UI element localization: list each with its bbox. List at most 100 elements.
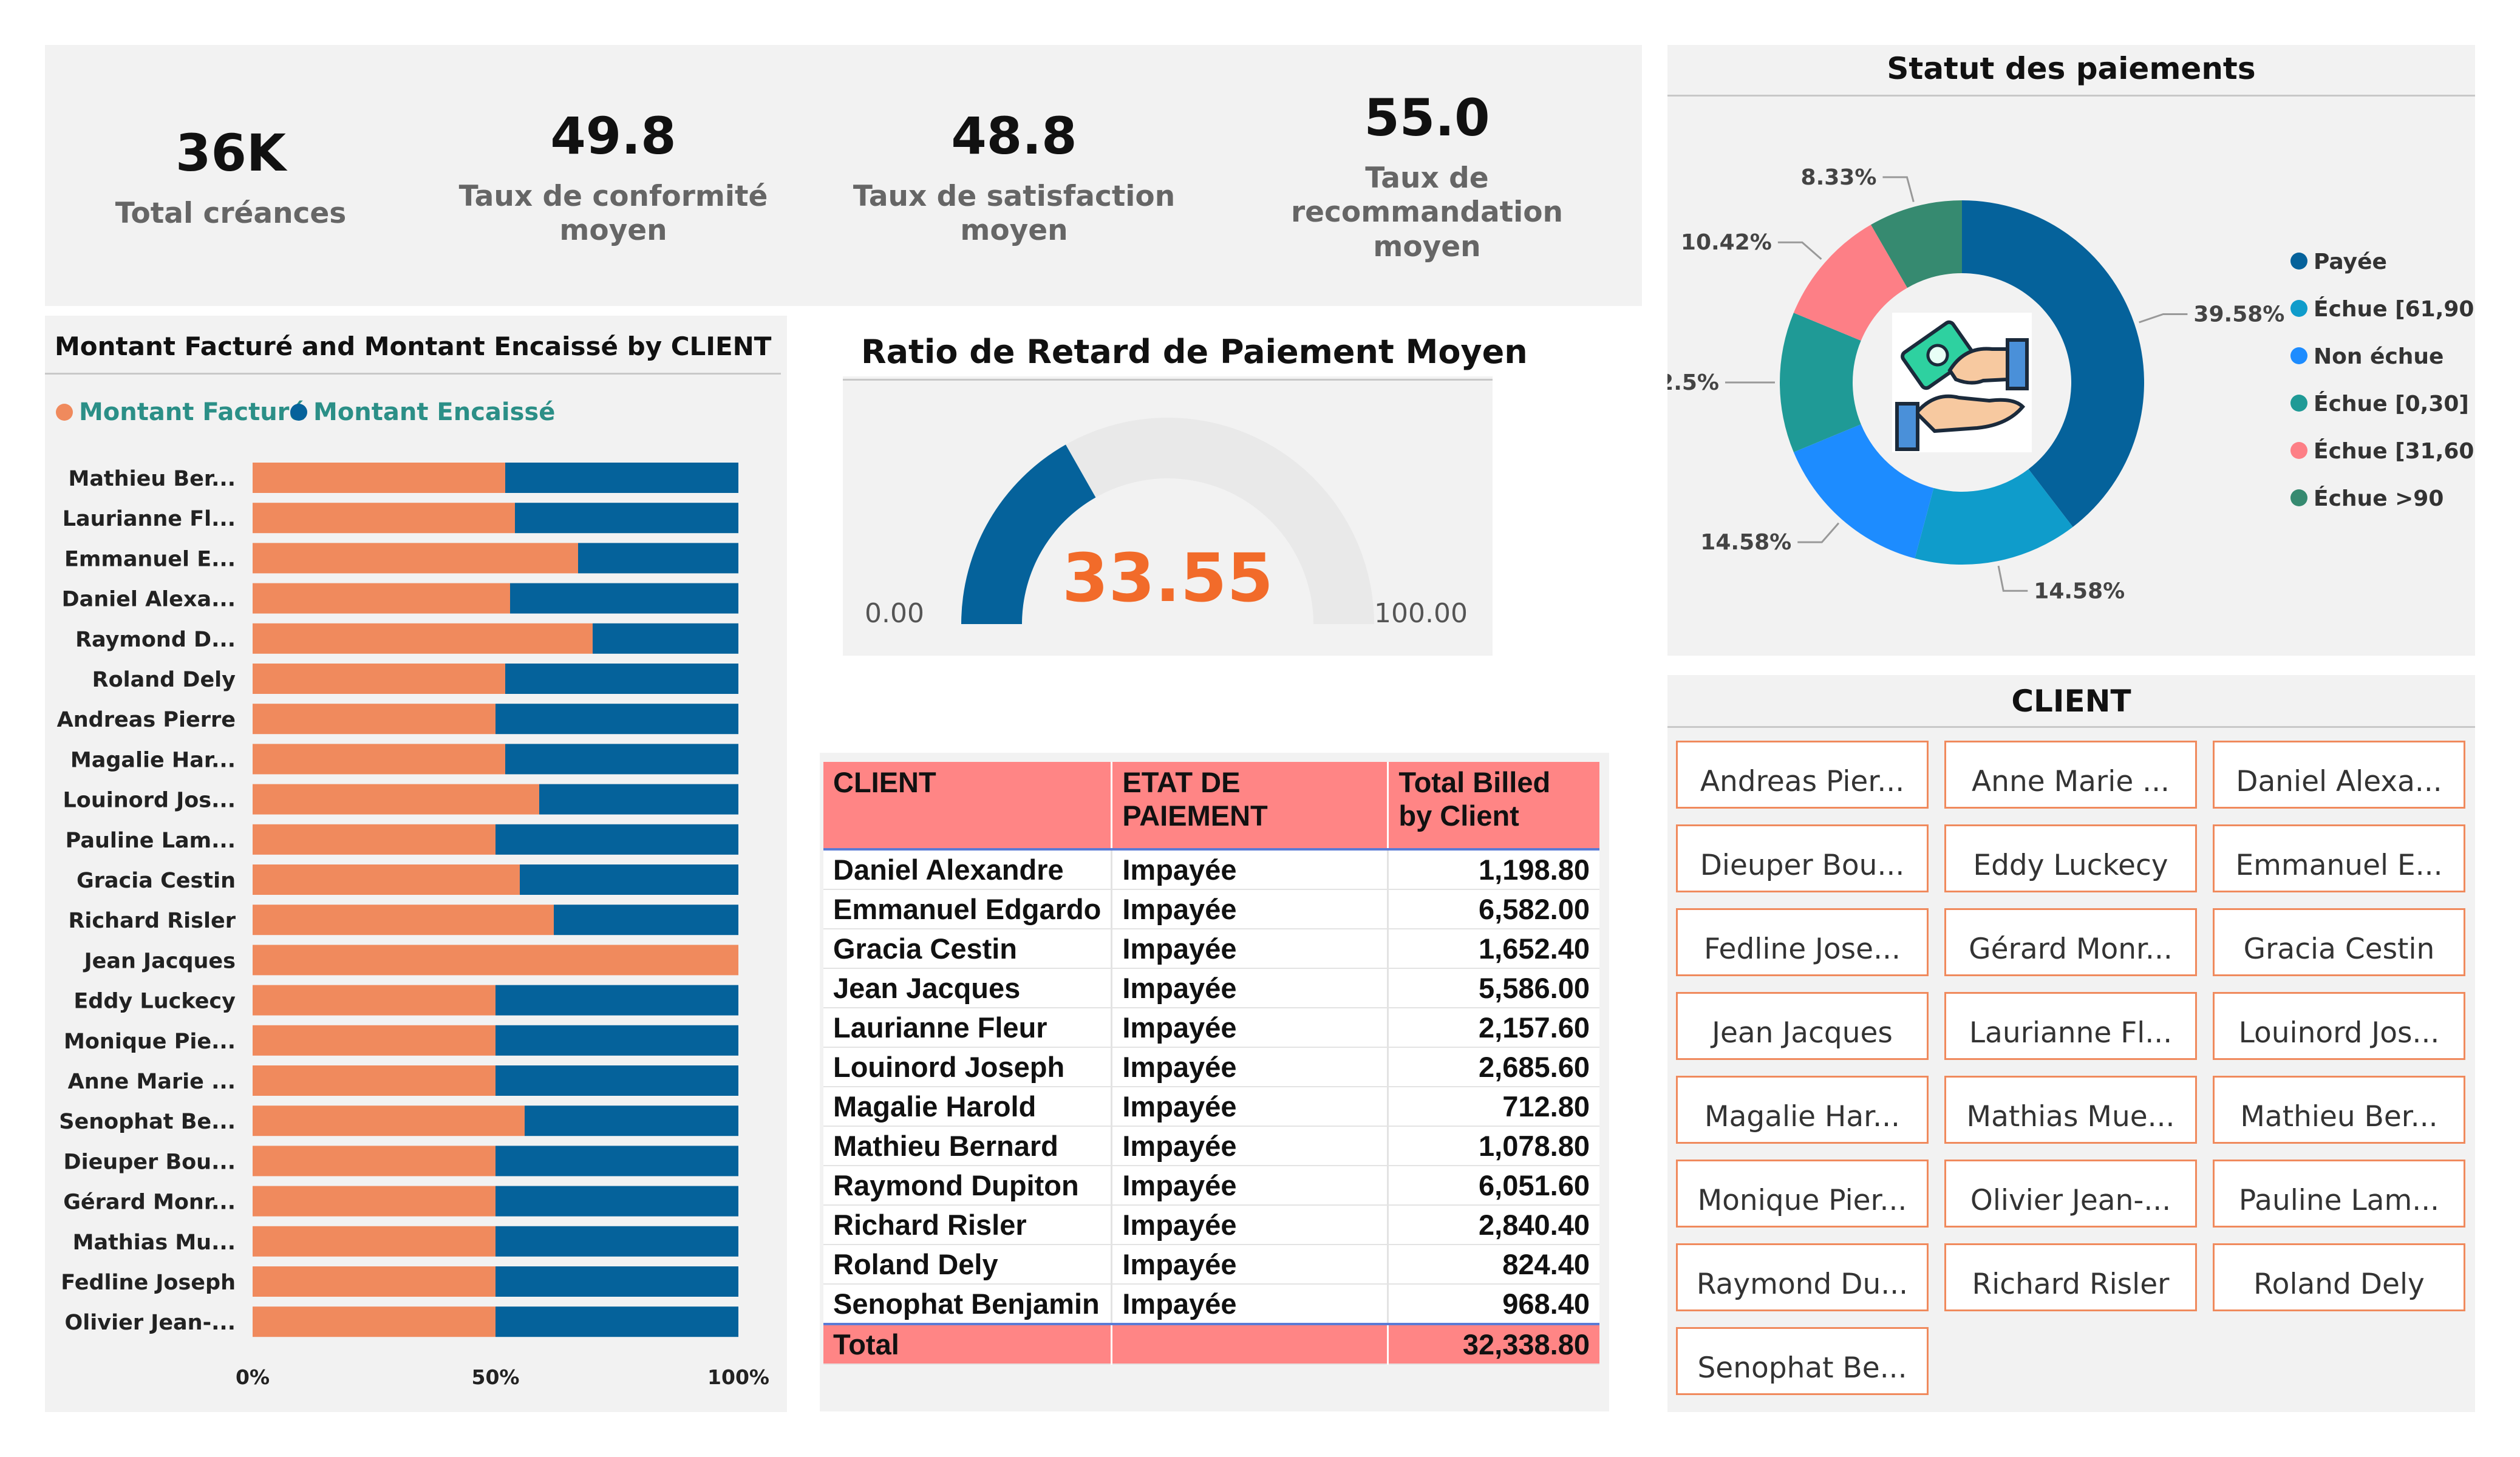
slicer-item[interactable]: Senophat Be... (1676, 1327, 1929, 1395)
bar-segment-facture[interactable] (253, 744, 505, 775)
slicer-item[interactable]: Anne Marie ... (1944, 741, 2197, 809)
bar-segment-encaisse[interactable] (505, 664, 738, 694)
legend-swatch (290, 404, 307, 421)
bar-segment-encaisse[interactable] (520, 864, 738, 895)
bar-segment-facture[interactable] (253, 1266, 495, 1297)
slicer-item[interactable]: Pauline Lam... (2213, 1160, 2465, 1228)
bar-segment-facture[interactable] (253, 704, 495, 735)
stacked-bar-chart: Mathieu Ber... Laurianne Fl... Emmanuel E.… (57, 463, 769, 1389)
bar-segment-encaisse[interactable] (593, 623, 738, 654)
bar-legend-encaisse[interactable]: Montant Encaissé (290, 398, 555, 426)
table-row[interactable]: Mathieu Bernard Impayée 1,078.80 (823, 1126, 1599, 1166)
bar-category-label: Louinord Jos... (63, 789, 236, 813)
cell-etat: Impayée (1111, 1205, 1389, 1245)
bar-segment-encaisse[interactable] (554, 905, 738, 936)
bar-segment-encaisse[interactable] (495, 1306, 738, 1337)
table-row[interactable]: Gracia Cestin Impayée 1,652.40 (823, 929, 1599, 969)
bar-segment-facture[interactable] (253, 543, 578, 574)
slicer-item[interactable]: Gérard Monr... (1944, 908, 2197, 976)
slicer-item[interactable]: Andreas Pier... (1676, 741, 1929, 809)
slicer-item[interactable]: Mathias Mue... (1944, 1076, 2197, 1144)
slicer-item[interactable]: Louinord Jos... (2213, 992, 2465, 1060)
table-row[interactable]: Louinord Joseph Impayée 2,685.60 (823, 1047, 1599, 1087)
legend-label[interactable]: Payée (2314, 250, 2387, 274)
bar-segment-facture[interactable] (253, 664, 505, 694)
slicer-item[interactable]: Jean Jacques (1676, 992, 1929, 1060)
bar-segment-facture[interactable] (253, 985, 495, 1016)
slicer-item[interactable]: Richard Risler (1944, 1243, 2197, 1311)
bar-segment-facture[interactable] (253, 905, 554, 936)
slicer-item[interactable]: Olivier Jean-... (1944, 1160, 2197, 1228)
kpi-value: 36K (175, 123, 286, 183)
bar-segment-encaisse[interactable] (505, 744, 738, 775)
bar-category-label: Emmanuel E... (64, 547, 236, 571)
bar-legend-facture[interactable]: Montant Facturé (56, 398, 306, 426)
slicer-item[interactable]: Magalie Har... (1676, 1076, 1929, 1144)
bar-segment-encaisse[interactable] (495, 1025, 738, 1056)
legend-label[interactable]: Échue [0,30] (2314, 391, 2469, 416)
bar-segment-facture[interactable] (253, 1226, 495, 1257)
col-header-etat[interactable]: ETAT DE PAIEMENT (1111, 762, 1389, 851)
bar-segment-facture[interactable] (253, 623, 593, 654)
bar-segment-facture[interactable] (253, 864, 520, 895)
slicer-item[interactable]: Daniel Alexa... (2213, 741, 2465, 809)
table-row[interactable]: Senophat Benjamin Impayée 968.40 (823, 1284, 1599, 1325)
cell-client: Richard Risler (823, 1205, 1113, 1245)
table-row[interactable]: Roland Dely Impayée 824.40 (823, 1245, 1599, 1285)
bar-segment-encaisse[interactable] (495, 1186, 738, 1217)
bar-segment-encaisse[interactable] (495, 1065, 738, 1096)
table-row[interactable]: Raymond Dupiton Impayée 6,051.60 (823, 1166, 1599, 1206)
legend-swatch (2290, 347, 2307, 364)
bar-segment-encaisse[interactable] (505, 463, 738, 493)
bar-segment-encaisse[interactable] (578, 543, 738, 574)
slicer-item[interactable]: Laurianne Fl... (1944, 992, 2197, 1060)
bar-segment-encaisse[interactable] (495, 704, 738, 735)
bar-segment-facture[interactable] (253, 1186, 495, 1217)
legend-label[interactable]: Échue >90 (2314, 486, 2443, 511)
col-header-total[interactable]: Total Billed by Client (1388, 762, 1599, 851)
legend-label[interactable]: Non échue (2314, 344, 2443, 369)
bar-segment-encaisse[interactable] (495, 1146, 738, 1177)
cell-etat: Impayée (1111, 849, 1389, 890)
legend-label[interactable]: Échue [61,90] (2314, 296, 2475, 322)
bar-segment-facture[interactable] (253, 503, 515, 534)
bar-segment-encaisse[interactable] (495, 1266, 738, 1297)
table-row[interactable]: Daniel Alexandre Impayée 1,198.80 (823, 849, 1599, 890)
bar-segment-encaisse[interactable] (515, 503, 738, 534)
bar-segment-facture[interactable] (253, 1105, 525, 1136)
cell-etat: Impayée (1111, 1284, 1389, 1325)
slicer-item[interactable]: Eddy Luckecy (1944, 824, 2197, 892)
slicer-item[interactable]: Fedline Jose... (1676, 908, 1929, 976)
slicer-item[interactable]: Roland Dely (2213, 1243, 2465, 1311)
bar-segment-facture[interactable] (253, 1306, 495, 1337)
bar-segment-facture[interactable] (253, 784, 539, 815)
bar-segment-facture[interactable] (253, 1146, 495, 1177)
bar-segment-encaisse[interactable] (539, 784, 738, 815)
table-row[interactable]: Emmanuel Edgardo Impayée 6,582.00 (823, 889, 1599, 929)
bar-segment-encaisse[interactable] (495, 1226, 738, 1257)
bar-segment-facture[interactable] (253, 463, 505, 493)
col-header-client[interactable]: CLIENT (823, 762, 1113, 851)
bar-segment-encaisse[interactable] (495, 985, 738, 1016)
table-row[interactable]: Laurianne Fleur Impayée 2,157.60 (823, 1008, 1599, 1048)
slicer-item[interactable]: Monique Pier... (1676, 1160, 1929, 1228)
table-row[interactable]: Magalie Harold Impayée 712.80 (823, 1087, 1599, 1127)
table-row[interactable]: Richard Risler Impayée 2,840.40 (823, 1205, 1599, 1245)
bar-segment-facture[interactable] (253, 945, 738, 976)
bar-segment-encaisse[interactable] (525, 1105, 738, 1136)
slicer-item[interactable]: Dieuper Bou... (1676, 824, 1929, 892)
bar-segment-encaisse[interactable] (495, 824, 738, 855)
donut-data-label: 8.33% (1801, 165, 1877, 190)
slicer-item[interactable]: Gracia Cestin (2213, 908, 2465, 976)
bar-segment-facture[interactable] (253, 1065, 495, 1096)
bar-segment-facture[interactable] (253, 583, 510, 614)
table-row[interactable]: Jean Jacques Impayée 5,586.00 (823, 968, 1599, 1008)
slicer-item[interactable]: Raymond Du... (1676, 1243, 1929, 1311)
legend-label[interactable]: Échue [31,60] (2314, 438, 2475, 464)
slicer-item[interactable]: Emmanuel E... (2213, 824, 2465, 892)
slicer-item[interactable]: Mathieu Ber... (2213, 1076, 2465, 1144)
bar-segment-encaisse[interactable] (510, 583, 738, 614)
bar-segment-facture[interactable] (253, 1025, 495, 1056)
bar-category-label: Jean Jacques (83, 949, 236, 973)
bar-segment-facture[interactable] (253, 824, 495, 855)
